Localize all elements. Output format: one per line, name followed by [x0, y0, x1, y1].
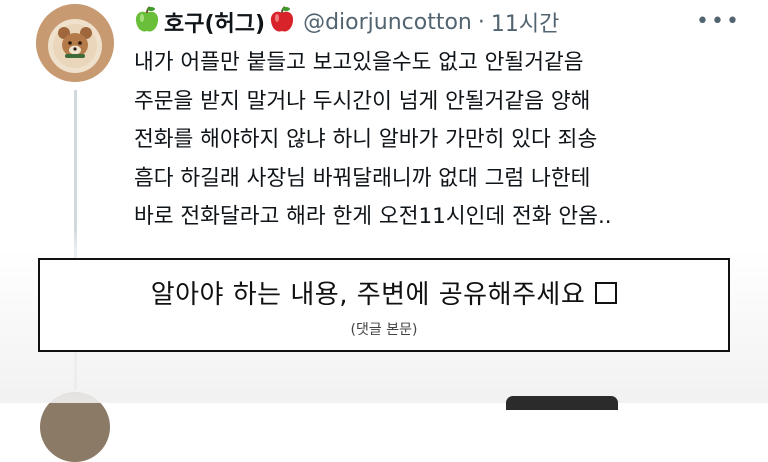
share-notice-title: 알아야 하는 내용, 주변에 공유해주세요: [150, 280, 586, 310]
share-notice-title-row: 알아야 하는 내용, 주변에 공유해주세요: [40, 274, 728, 311]
display-name[interactable]: 호구(허그): [164, 6, 265, 38]
share-notice-box: 알아야 하는 내용, 주변에 공유해주세요 (댓글 본문): [38, 258, 730, 352]
green-apple-icon: [134, 6, 160, 38]
tweet-line: 흠다 하길래 사장님 바꿔달래니까 없대 그럼 나한테: [134, 165, 591, 191]
share-notice-subtitle: (댓글 본문): [350, 322, 418, 338]
tweet-line: 전화를 해야하지 않냐 하니 알바가 가만히 있다 죄송: [134, 127, 598, 152]
tweet-line: 주문을 받지 말거나 두시간이 넘게 안될거같음 양해: [134, 88, 591, 114]
tweet-header: 호구(허그) @diorjuncotton · 11시간: [134, 4, 559, 40]
separator-dot: ·: [477, 9, 485, 35]
tweet-time[interactable]: 11시간: [491, 6, 559, 38]
user-handle[interactable]: @diorjuncotton: [303, 10, 472, 35]
bottom-pill: [506, 396, 618, 410]
tweet-line: 내가 어플만 붙들고 보고있을수도 없고 안될거같음: [134, 50, 584, 75]
red-apple-icon: [269, 6, 295, 38]
avatar[interactable]: [36, 4, 114, 82]
empty-checkbox-icon: [595, 281, 618, 304]
tweet-body: 내가 어플만 붙들고 보고있을수도 없고 안될거같음 주문을 받지 말거나 두시…: [134, 44, 754, 237]
bear-avatar-icon: [36, 4, 114, 82]
more-horizontal-icon[interactable]: •••: [696, 4, 739, 40]
